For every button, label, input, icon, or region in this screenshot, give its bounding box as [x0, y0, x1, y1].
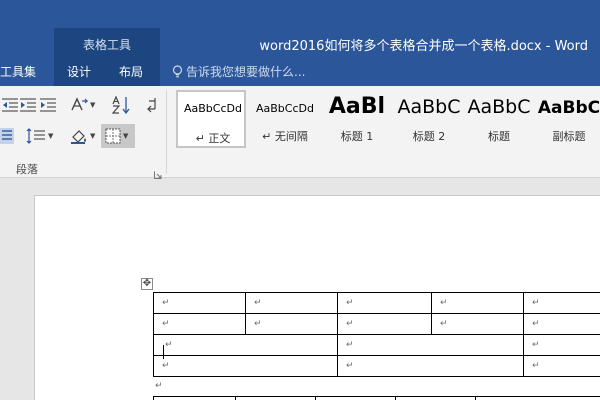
cell-end-mark: ↵ [162, 361, 170, 371]
chevron-down-icon: ▼ [90, 132, 96, 140]
text-direction-icon [71, 97, 88, 111]
style-preview: AaBbCcDd [256, 102, 314, 115]
table-border [235, 396, 236, 400]
title-bar: 表格工具 word2016如何将多个表格合并成一个表格.docx - Word … [0, 0, 600, 86]
document-workspace: ✥ ↵ ↵ ↵ ↵ ↵ ↵ ↵ ↵ ↵ ↵ ↵ ↵ ↵ ↵ ↵ ↵ ↵ [0, 179, 600, 400]
increase-indent-icon [40, 98, 56, 112]
table-border [475, 396, 476, 400]
style-subtitle[interactable]: AaBbC 副标题 [534, 90, 600, 148]
table-border [523, 292, 524, 376]
decrease-indent-icon [2, 98, 18, 112]
tell-me-placeholder: 告诉我您想要做什么... [186, 65, 306, 79]
table-border [153, 376, 600, 377]
style-no-spacing[interactable]: AaBbCcDd ↵ 无间隔 [250, 90, 320, 148]
table-border [153, 313, 600, 314]
borders-icon [105, 128, 121, 144]
text-cursor [163, 345, 164, 359]
style-name: 标题 2 [412, 130, 446, 143]
justify-button[interactable] [0, 126, 14, 146]
table-border [153, 355, 600, 356]
cell-end-mark: ↵ [254, 298, 262, 308]
text-direction-button[interactable]: ▼ [70, 95, 95, 115]
lightbulb-icon [172, 65, 183, 78]
cell-end-mark: ↵ [165, 340, 173, 350]
style-name: ↵ 正文 [195, 132, 231, 145]
style-preview: AaBbC [537, 98, 600, 118]
style-preview: AaBl [328, 94, 386, 119]
table-tools-label: 表格工具 [82, 38, 131, 52]
style-preview: AaBbCcDd [184, 102, 242, 115]
table-move-handle-icon[interactable]: ✥ [141, 278, 153, 290]
tab-design[interactable]: 设计 [67, 63, 91, 80]
decrease-indent-icon [20, 98, 36, 112]
cell-end-mark: ↵ [346, 361, 354, 371]
indent-button[interactable] [20, 95, 36, 115]
cell-end-mark: ↵ [532, 340, 540, 350]
table-border [153, 334, 600, 335]
paragraph-mark: ↵ [155, 381, 163, 391]
table-border [337, 292, 338, 376]
paragraph-group-label: 段落 [16, 163, 38, 176]
cell-end-mark: ↵ [440, 319, 448, 329]
styles-gallery: AaBbCcDd ↵ 正文 AaBbCcDd ↵ 无间隔 AaBl 标题 1 A… [174, 90, 600, 152]
show-marks-button[interactable] [146, 95, 158, 115]
style-name: 标题 [488, 130, 510, 143]
table-border [315, 396, 316, 400]
align-icon [0, 128, 14, 144]
document-title: word2016如何将多个表格合并成一个表格.docx - Word [259, 39, 588, 54]
table-border [395, 396, 396, 400]
tab-layout[interactable]: 布局 [119, 63, 143, 80]
group-separator [166, 90, 167, 174]
show-marks-icon [147, 98, 156, 113]
tell-me-search[interactable]: 告诉我您想要做什么... [172, 63, 305, 80]
style-heading-1[interactable]: AaBl 标题 1 [322, 90, 392, 148]
style-title[interactable]: AaBbC 标题 [464, 90, 534, 148]
cell-end-mark: ↵ [346, 319, 354, 329]
table-border [153, 292, 600, 293]
document-page[interactable]: ✥ ↵ ↵ ↵ ↵ ↵ ↵ ↵ ↵ ↵ ↵ ↵ ↵ ↵ ↵ ↵ ↵ ↵ [34, 195, 600, 400]
table-border [431, 292, 432, 334]
cell-end-mark: ↵ [532, 319, 540, 329]
table-border [153, 396, 600, 397]
table-border [245, 292, 246, 334]
sort-icon [112, 96, 130, 114]
style-name: 副标题 [552, 130, 586, 143]
cell-end-mark: ↵ [346, 298, 354, 308]
increase-indent-button[interactable] [40, 95, 56, 115]
shading-icon [71, 130, 86, 144]
style-preview: AaBbC [397, 96, 461, 118]
style-preview: AaBbC [467, 96, 531, 118]
cell-end-mark: ↵ [532, 298, 540, 308]
style-name: ↵ 无间隔 [262, 130, 308, 143]
style-name: 标题 1 [340, 130, 374, 143]
borders-button[interactable]: ▼ [101, 124, 135, 148]
sort-button[interactable] [112, 95, 132, 115]
dialog-launcher-icon [154, 171, 162, 179]
cell-end-mark: ↵ [162, 298, 170, 308]
table-border [153, 292, 154, 376]
style-heading-2[interactable]: AaBbC 标题 2 [394, 90, 464, 148]
cell-end-mark: ↵ [346, 340, 354, 350]
chevron-down-icon: ▼ [48, 132, 54, 140]
decrease-indent-button[interactable] [2, 95, 18, 115]
table-border [153, 396, 154, 400]
chevron-down-icon: ▼ [90, 101, 96, 109]
line-spacing-icon [26, 128, 45, 144]
cell-end-mark: ↵ [440, 298, 448, 308]
line-spacing-button[interactable]: ▼ [26, 126, 53, 146]
cell-end-mark: ↵ [162, 319, 170, 329]
style-normal[interactable]: AaBbCcDd ↵ 正文 [176, 90, 246, 148]
ribbon: ▼ ▼ ▼ ▼ 段落 AaBbCcDd ↵ 正文 AaBbCcDd ↵ 无间隔 … [0, 86, 600, 179]
tab-tools[interactable]: 工具集 [0, 63, 36, 80]
shading-button[interactable]: ▼ [70, 126, 95, 146]
cell-end-mark: ↵ [532, 361, 540, 371]
chevron-down-icon: ▼ [123, 132, 129, 140]
cell-end-mark: ↵ [254, 319, 262, 329]
